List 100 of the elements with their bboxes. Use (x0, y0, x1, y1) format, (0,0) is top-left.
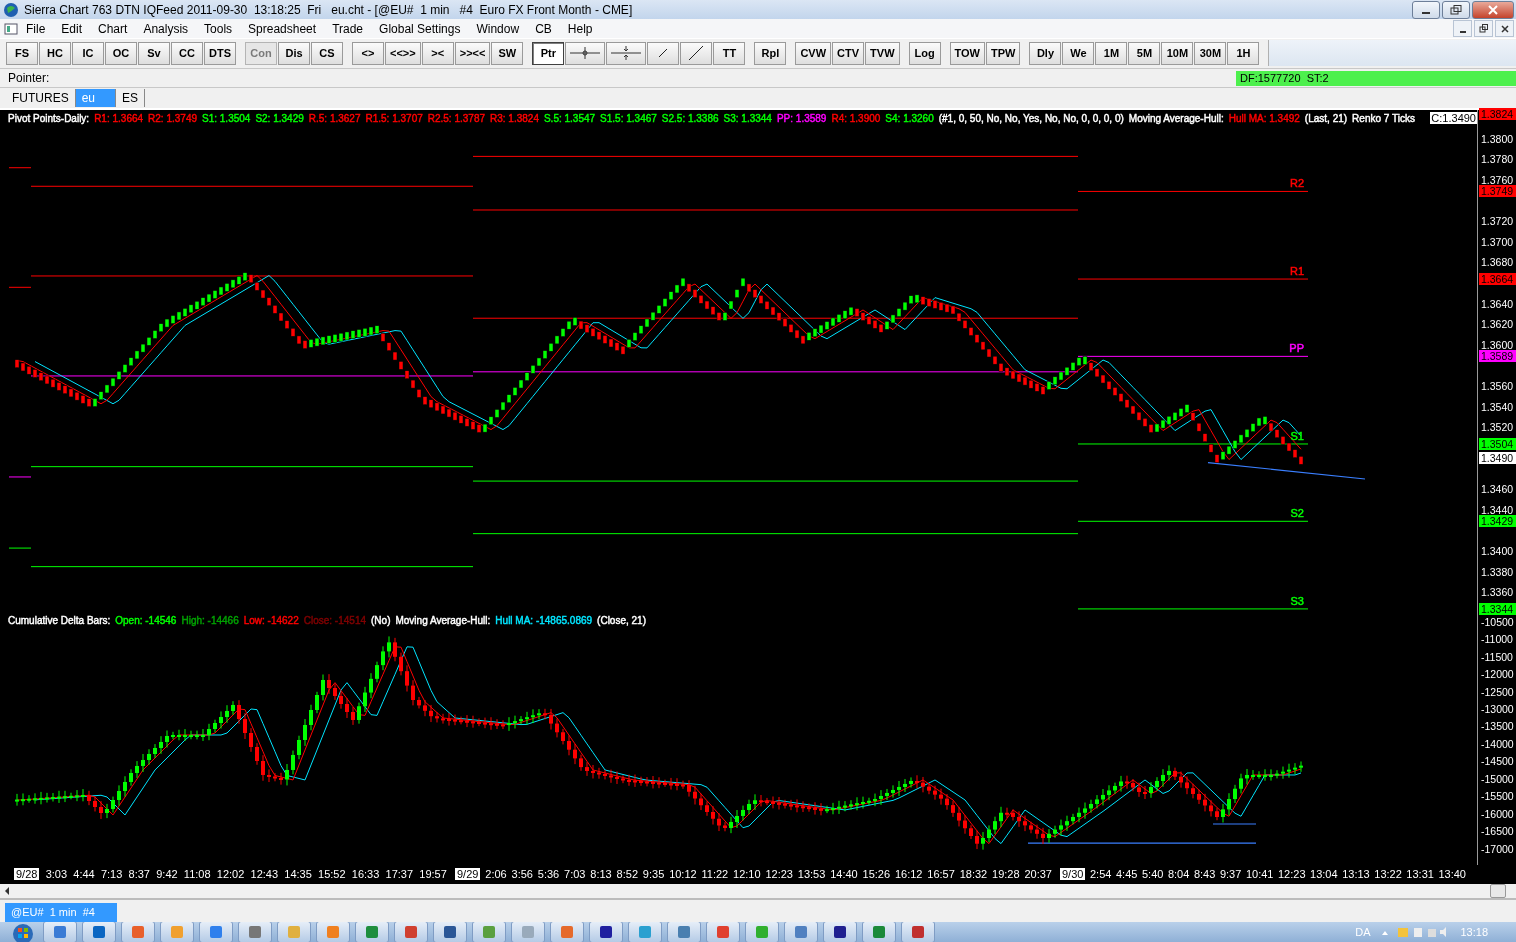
toolbar-button[interactable]: 30M (1194, 41, 1227, 65)
time-label: 15:26 (862, 868, 891, 881)
menu-item[interactable]: Edit (53, 21, 91, 36)
time-label: 10:41 (1245, 868, 1274, 881)
menu-item[interactable]: File (18, 21, 54, 36)
menu-item[interactable]: Tools (196, 21, 241, 36)
toolbar-button[interactable]: CS (311, 41, 343, 65)
time-label: 3:03 (45, 868, 68, 881)
toolbar-button[interactable]: >><< (454, 41, 491, 65)
date-label: 9/30 (1060, 868, 1086, 881)
axis-label: 1.3680 (1480, 256, 1514, 269)
time-label: 19:28 (992, 868, 1020, 881)
toolbar-button[interactable]: Rpl (754, 41, 787, 65)
time-label: 8:37 (128, 868, 150, 881)
time-label: 2:06 (485, 868, 507, 881)
study-label: S2.5: 1.3386 (661, 112, 719, 124)
toolbar-button[interactable]: TT (713, 41, 746, 65)
toolbar-button[interactable]: IC (72, 41, 104, 65)
menu-item[interactable]: Chart (90, 21, 136, 36)
axis-label: 1.3780 (1480, 153, 1514, 166)
time-label: 11:08 (183, 868, 211, 881)
axis-label: 1.3700 (1480, 235, 1514, 248)
toolbar-button[interactable]: Dly (1029, 41, 1062, 65)
menu-item[interactable]: Global Settings (371, 21, 469, 36)
axis-label: -14000 (1480, 737, 1514, 750)
toolbar-button[interactable]: We (1062, 41, 1095, 65)
time-label: 16:57 (927, 868, 955, 881)
time-label: 20:37 (1024, 868, 1052, 881)
window-title: Sierra Chart 763 DTN IQFeed 2011-09-30 13:18:25 Fri eu.cht - [@EU# 1 min #4 Euro FX Front Month - CME] (24, 2, 633, 17)
toolbar-button[interactable]: CVW (795, 41, 832, 65)
pointer-label: Pointer: (7, 71, 51, 86)
price-marker: 1.3664 (1479, 272, 1516, 285)
axis-label: 1.3760 (1480, 173, 1514, 186)
time-label: 12:23 (1278, 868, 1306, 881)
toolbar-button[interactable]: <> (352, 41, 384, 65)
toolbar-button[interactable]: 5M (1128, 41, 1161, 65)
axis-label: 1.3600 (1480, 338, 1514, 351)
toolbar-button[interactable]: FS (6, 41, 38, 65)
axis-label: -12000 (1480, 668, 1514, 681)
study-label: Hull MA: 1.3492 (1228, 112, 1300, 124)
time-label: 18:32 (959, 868, 988, 881)
study-label: Open: -14546 (115, 614, 177, 626)
toolbar-button[interactable]: Sv (138, 41, 170, 65)
menu-item[interactable]: Help (559, 21, 601, 36)
toolbar-button[interactable]: OC (105, 41, 137, 65)
axis-label: -11000 (1480, 633, 1513, 646)
toolbar-button[interactable]: TOW (949, 41, 985, 65)
toolbar-button[interactable]: TPW (986, 41, 1021, 65)
study-label: Low: -14622 (243, 614, 299, 626)
time-label: 12:23 (765, 868, 793, 881)
toolbar-button[interactable]: >< (421, 41, 454, 65)
axis-label: 1.3440 (1480, 503, 1514, 516)
study-label: S3: 1.3344 (723, 112, 772, 124)
last-price: C:1.3490 (1430, 111, 1477, 124)
toolbar-button[interactable]: CTV (832, 41, 865, 65)
time-label: 8:13 (590, 868, 612, 881)
axis-label: -15000 (1480, 772, 1514, 785)
toolbar-button[interactable]: Log (908, 41, 941, 65)
toolbar-button[interactable]: TVW (865, 41, 900, 65)
toolbar-button[interactable]: Ptr (532, 41, 565, 65)
study-label: S4: 1.3260 (885, 112, 934, 124)
toolbar-button[interactable]: CC (171, 41, 203, 65)
time-label: 5:36 (537, 868, 560, 881)
menu-item[interactable]: CB (527, 21, 560, 36)
study-label: R1.5: 1.3707 (365, 112, 423, 124)
menu-item[interactable]: Analysis (135, 21, 197, 36)
axis-label: 1.3800 (1480, 132, 1514, 145)
toolbar-button[interactable]: 10M (1161, 41, 1194, 65)
time-label: 9:42 (156, 868, 178, 881)
toolbar-button[interactable]: DTS (204, 41, 236, 65)
toolbar-button[interactable]: 1H (1227, 41, 1260, 65)
axis-label: 1.3720 (1480, 215, 1514, 228)
toolbar-button[interactable]: Dis (278, 41, 310, 65)
axis-label: 1.3400 (1480, 544, 1514, 557)
time-label: 13:53 (797, 868, 826, 881)
price-marker: 1.3344 (1479, 602, 1516, 615)
axis-label: -16000 (1480, 807, 1514, 820)
time-label: 2:54 (1090, 868, 1112, 881)
date-label: 9/29 (455, 868, 481, 881)
toolbar-button[interactable]: HC (39, 41, 71, 65)
price-marker: 1.3429 (1479, 515, 1516, 527)
time-label: 17:37 (385, 868, 414, 881)
axis-label: 1.3460 (1480, 483, 1514, 496)
chart-tab[interactable]: ES (116, 89, 146, 107)
pivot-label: R2 (1289, 177, 1304, 190)
menu-item[interactable]: Spreadsheet (240, 21, 325, 36)
menu-item[interactable]: Window (468, 21, 528, 36)
toolbar-button[interactable]: 1M (1095, 41, 1128, 65)
time-label: 13:22 (1374, 868, 1402, 881)
study-label: Close: -14514 (303, 614, 366, 626)
chart-tab[interactable]: FUTURES (6, 89, 76, 107)
study-label: R1: 1.3664 (94, 112, 144, 124)
time-label: 8:52 (616, 868, 638, 881)
menu-item[interactable]: Trade (324, 21, 372, 36)
toolbar-button[interactable]: SW (491, 41, 524, 65)
toolbar-button[interactable]: <<>> (385, 41, 421, 65)
pivot-label: PP (1289, 342, 1304, 355)
study-label: R4: 1.3900 (831, 112, 881, 124)
price-marker: 1.3589 (1479, 350, 1516, 363)
study-label: PP: 1.3589 (776, 112, 827, 124)
